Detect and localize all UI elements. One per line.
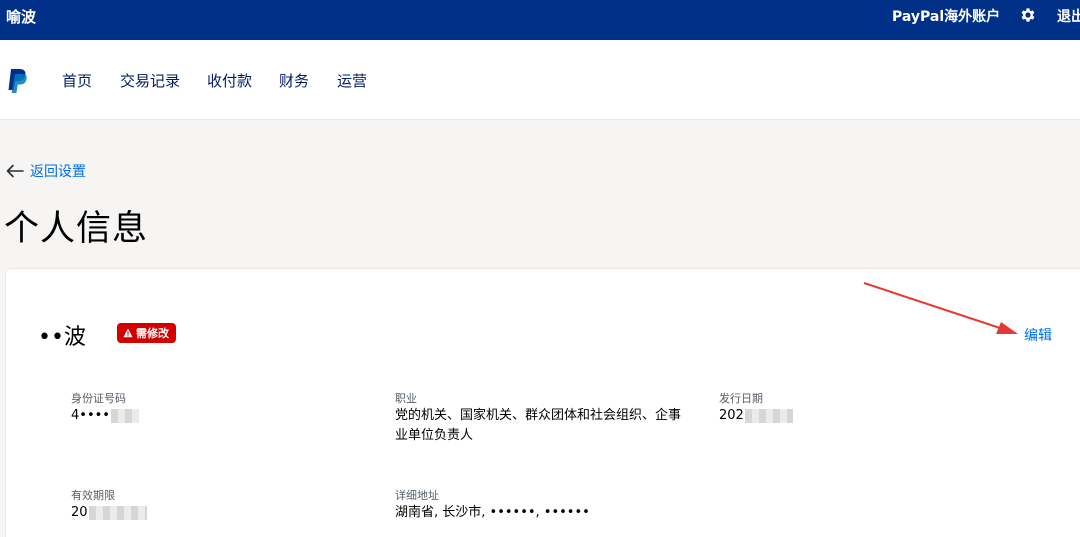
paypal-logo[interactable] [7, 68, 29, 94]
user-name: 喻波 [6, 8, 37, 26]
nav-item-operations[interactable]: 运营 [337, 70, 367, 91]
profile-name: ••波 [38, 325, 86, 350]
redaction-mosaic [744, 408, 793, 423]
issue-date-text: 202 [719, 408, 744, 423]
top-bar: 喻波 PayPal海外账户 退出 [0, 0, 1080, 40]
arrow-left-icon [6, 164, 24, 178]
nav-item-activity[interactable]: 交易记录 [120, 70, 180, 91]
main-nav: 首页 交易记录 收付款 财务 运营 [0, 40, 1080, 120]
issue-date-label: 发行日期 [719, 392, 763, 405]
redaction-mosaic [110, 408, 139, 423]
id-number-label: 身份证号码 [71, 392, 126, 405]
id-number-value: 4•••• [71, 406, 139, 426]
address-label: 详细地址 [395, 489, 439, 502]
status-badge-label: 需修改 [136, 327, 169, 340]
profile-card [5, 268, 1080, 537]
nav-item-finance[interactable]: 财务 [279, 70, 309, 91]
issue-date-value: 202 [719, 406, 793, 426]
occupation-value: 党的机关、国家机关、群众团体和社会组织、企事业单位负责人 [395, 408, 682, 443]
address-value: 湖南省, 长沙市, ••••••, •••••• [395, 505, 590, 520]
nav-item-send-receive[interactable]: 收付款 [207, 70, 252, 91]
status-badge: 需修改 [117, 323, 176, 343]
valid-until-label: 有效期限 [71, 489, 115, 502]
edit-button[interactable]: 编辑 [1024, 325, 1052, 345]
account-link[interactable]: PayPal海外账户 [892, 6, 1000, 26]
warning-icon [123, 328, 133, 338]
back-to-settings-link[interactable]: 返回设置 [6, 161, 86, 181]
gear-icon[interactable] [1019, 6, 1037, 24]
valid-until-value: 20 [71, 503, 147, 523]
logout-link[interactable]: 退出 [1057, 6, 1080, 26]
id-number-text: 4•••• [71, 408, 110, 423]
redaction-mosaic [88, 505, 147, 520]
occupation-label: 职业 [395, 392, 417, 405]
page-title: 个人信息 [4, 209, 149, 249]
nav-item-home[interactable]: 首页 [62, 70, 92, 91]
valid-until-text: 20 [71, 505, 88, 520]
back-link-label: 返回设置 [30, 164, 86, 180]
